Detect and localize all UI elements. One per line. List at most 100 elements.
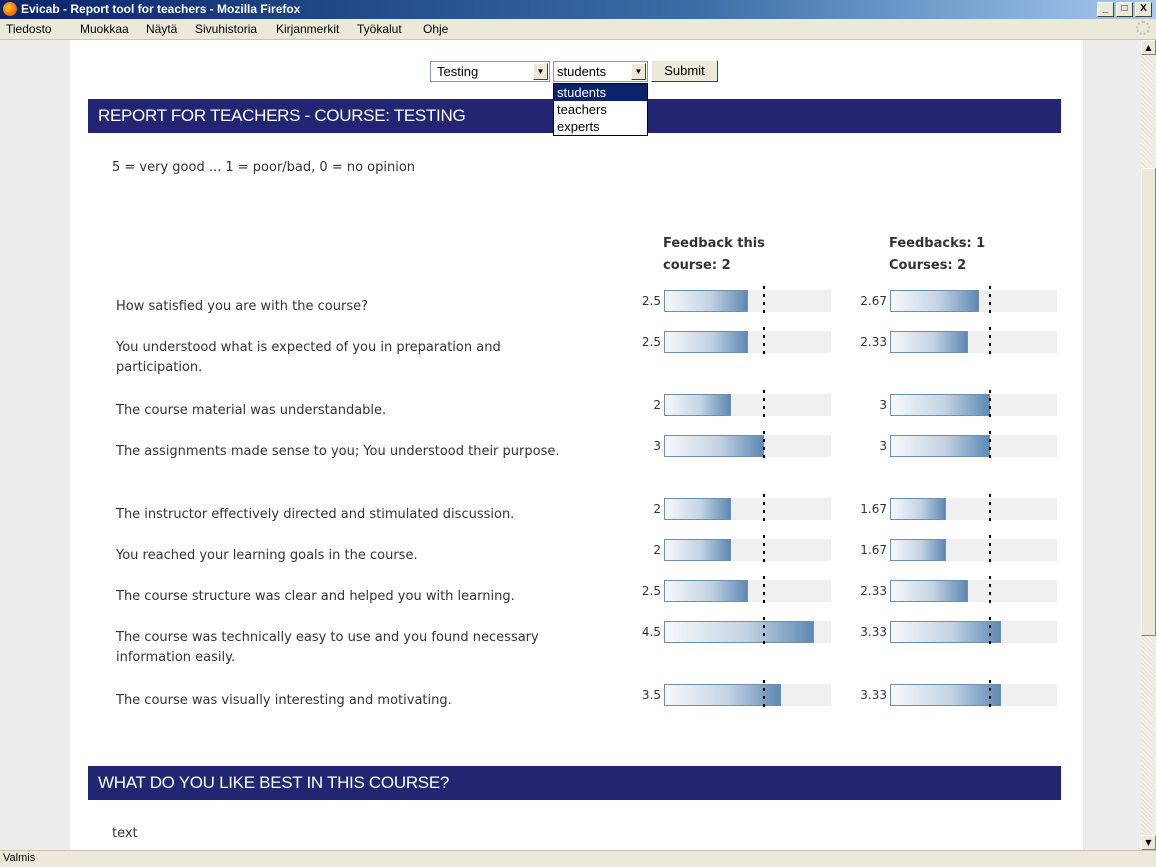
score-track-all xyxy=(890,535,1057,565)
score-track-course xyxy=(664,494,831,524)
audience-select-value: students xyxy=(557,64,607,79)
col-header-all-line1: Feedbacks: 1 xyxy=(889,236,986,251)
score-bar-course xyxy=(664,435,764,457)
score-bar-all xyxy=(890,539,946,561)
best-section-title: WHAT DO YOU LIKE BEST IN THIS COURSE? xyxy=(98,773,450,792)
scale-note: 5 = very good ... 1 = poor/bad, 0 = no o… xyxy=(112,160,416,175)
score-bar-all xyxy=(890,621,1001,643)
score-bar-all xyxy=(890,290,979,312)
score-label-all: 1.67 xyxy=(860,543,887,557)
menu-help[interactable]: Ohje xyxy=(423,22,448,36)
score-bar-all xyxy=(890,498,946,520)
maximize-icon[interactable]: □ xyxy=(1116,2,1133,17)
score-bar-all xyxy=(890,394,990,416)
score-bar-all xyxy=(890,684,1001,706)
status-text: Valmis xyxy=(3,852,36,864)
score-track-course xyxy=(664,535,831,565)
score-track-all xyxy=(890,327,1057,357)
reference-tick xyxy=(763,617,765,647)
scroll-up-icon[interactable]: ▲ xyxy=(1141,40,1156,55)
menu-edit[interactable]: Muokkaa xyxy=(80,22,129,36)
dropdown-option-experts[interactable]: experts xyxy=(554,118,647,135)
score-label-course: 4.5 xyxy=(641,625,661,639)
question-text: How satisfied you are with the course? xyxy=(116,299,368,314)
col-header-course-line1: Feedback this xyxy=(663,236,765,251)
scrollbar-thumb[interactable] xyxy=(1141,168,1156,636)
score-track-course xyxy=(664,286,831,316)
score-label-course: 2.5 xyxy=(641,294,661,308)
score-bar-all xyxy=(890,580,968,602)
status-bar: Valmis xyxy=(0,850,1156,867)
score-bar-all xyxy=(890,435,990,457)
menu-tools[interactable]: Työkalut xyxy=(357,22,402,36)
score-track-all xyxy=(890,431,1057,461)
score-track-course xyxy=(664,431,831,461)
reference-tick xyxy=(989,576,991,606)
reference-tick xyxy=(989,494,991,524)
score-track-course xyxy=(664,576,831,606)
audience-select[interactable]: students ▼ xyxy=(553,61,648,82)
score-track-all xyxy=(890,390,1057,420)
close-icon[interactable]: X xyxy=(1135,2,1152,17)
score-bar-course xyxy=(664,394,731,416)
score-label-all: 2.33 xyxy=(860,335,887,349)
score-bar-course xyxy=(664,290,748,312)
reference-tick xyxy=(763,494,765,524)
window-controls: _ □ X xyxy=(1095,2,1152,17)
reference-tick xyxy=(989,617,991,647)
reference-tick xyxy=(989,327,991,357)
reference-tick xyxy=(989,390,991,420)
question-text: You understood what is expected of you i… xyxy=(116,340,501,375)
reference-tick xyxy=(989,535,991,565)
score-label-course: 2 xyxy=(653,543,661,557)
reference-tick xyxy=(763,431,765,461)
chevron-down-icon[interactable]: ▼ xyxy=(631,63,646,80)
reference-tick xyxy=(763,390,765,420)
menu-file[interactable]: Tiedosto xyxy=(6,22,52,36)
course-select-value: Testing xyxy=(437,64,479,79)
course-select[interactable]: Testing ▼ xyxy=(430,61,550,82)
content-viewport: Testing ▼ students ▼ Submit students tea… xyxy=(0,40,1141,850)
score-bar-course xyxy=(664,580,748,602)
score-bar-course xyxy=(664,539,731,561)
question-text: You reached your learning goals in the c… xyxy=(116,548,418,563)
chevron-down-icon[interactable]: ▼ xyxy=(533,63,548,80)
menu-bookmarks[interactable]: Kirjanmerkit xyxy=(276,22,339,36)
score-bar-all xyxy=(890,331,968,353)
reference-tick xyxy=(763,576,765,606)
best-section-text: text xyxy=(112,826,138,841)
score-track-course xyxy=(664,680,831,710)
throbber-icon xyxy=(1136,21,1150,35)
best-section-header: WHAT DO YOU LIKE BEST IN THIS COURSE? xyxy=(88,766,1061,800)
firefox-icon xyxy=(3,2,17,16)
question-text: The course material was understandable. xyxy=(116,403,387,418)
vertical-scrollbar[interactable]: ▲ ▼ xyxy=(1141,40,1156,850)
score-label-all: 3.33 xyxy=(860,688,887,702)
score-track-course xyxy=(664,390,831,420)
score-label-all: 1.67 xyxy=(860,502,887,516)
dropdown-option-students[interactable]: students xyxy=(554,84,647,101)
reference-tick xyxy=(989,680,991,710)
score-track-all xyxy=(890,494,1057,524)
score-bar-course xyxy=(664,621,814,643)
score-label-course: 2 xyxy=(653,502,661,516)
question-text: The course structure was clear and helpe… xyxy=(116,589,515,604)
score-label-all: 3 xyxy=(879,398,887,412)
submit-button[interactable]: Submit xyxy=(651,60,718,82)
scroll-down-icon[interactable]: ▼ xyxy=(1141,835,1156,850)
page-body: Testing ▼ students ▼ Submit students tea… xyxy=(70,40,1083,850)
menu-view[interactable]: Näytä xyxy=(146,22,177,36)
minimize-icon[interactable]: _ xyxy=(1097,2,1114,17)
score-label-course: 2.5 xyxy=(641,584,661,598)
score-track-all xyxy=(890,286,1057,316)
question-text: The course was visually interesting and … xyxy=(116,693,452,708)
title-bar: Evicab - Report tool for teachers - Mozi… xyxy=(0,0,1156,19)
dropdown-option-teachers[interactable]: teachers xyxy=(554,101,647,118)
score-label-all: 3.33 xyxy=(860,625,887,639)
score-label-course: 3.5 xyxy=(641,688,661,702)
reference-tick xyxy=(989,286,991,316)
menu-history[interactable]: Sivuhistoria xyxy=(195,22,257,36)
score-bar-course xyxy=(664,331,748,353)
score-label-all: 3 xyxy=(879,439,887,453)
menu-bar: Tiedosto Muokkaa Näytä Sivuhistoria Kirj… xyxy=(0,19,1156,40)
